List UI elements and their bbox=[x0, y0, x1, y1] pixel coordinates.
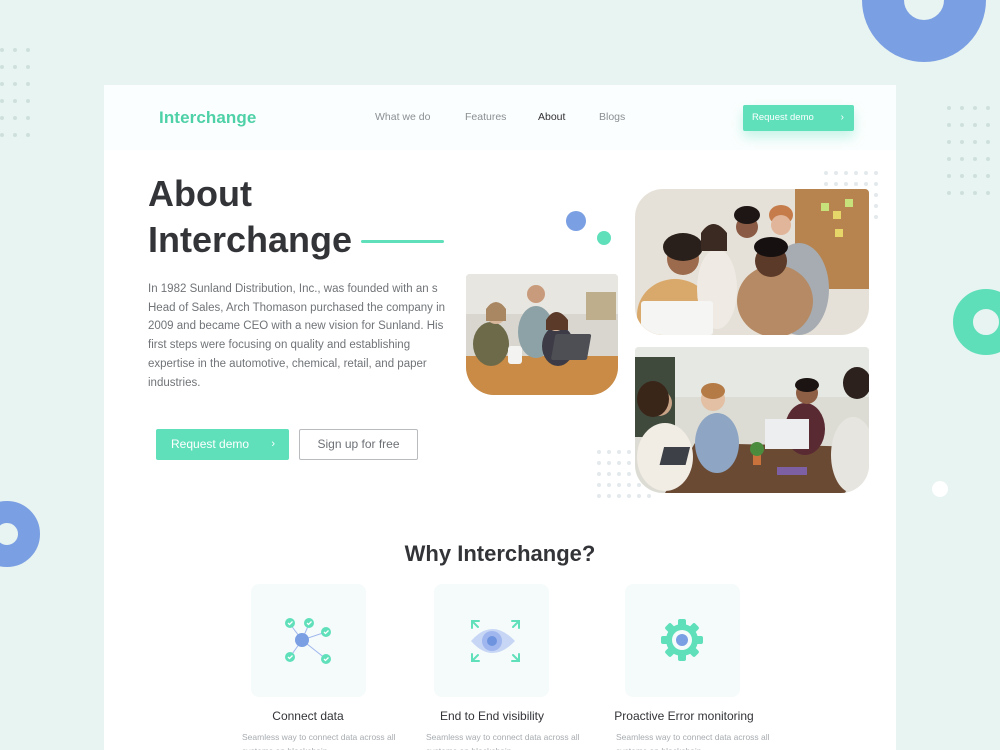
about-paragraph: In 1982 Sunland Distribution, Inc., was … bbox=[148, 283, 446, 389]
decorative-circle-green bbox=[597, 231, 611, 245]
feature-description: Seamless way to connect data across all … bbox=[242, 732, 396, 750]
page-card: Interchange What we do Features About Bl… bbox=[104, 85, 896, 750]
feature-description: Seamless way to connect data across all … bbox=[616, 732, 770, 750]
team-photo-meeting bbox=[635, 347, 869, 493]
decorative-dot-grid-left bbox=[0, 48, 30, 137]
sign-up-button[interactable]: Sign up for free bbox=[299, 429, 418, 460]
gear-icon bbox=[661, 619, 703, 661]
eye-expand-icon bbox=[471, 620, 520, 662]
decorative-ring-left bbox=[0, 501, 40, 567]
feature-description: Seamless way to connect data across all … bbox=[426, 732, 580, 750]
decorative-ring-top bbox=[862, 0, 986, 62]
feature-card-visibility bbox=[434, 584, 549, 697]
network-icon bbox=[285, 618, 331, 664]
title-line-1: About bbox=[148, 173, 252, 214]
nav-item-about[interactable]: About bbox=[538, 111, 565, 123]
feature-title: Proactive Error monitoring bbox=[614, 709, 754, 723]
feature-card-error-monitoring bbox=[625, 584, 740, 697]
request-demo-button[interactable]: Request demo › bbox=[156, 429, 289, 460]
top-navbar: Interchange What we do Features About Bl… bbox=[104, 85, 896, 150]
decorative-circle-blue bbox=[566, 211, 586, 231]
decorative-ring-right bbox=[953, 289, 1000, 355]
request-demo-button-nav[interactable]: Request demo › bbox=[743, 105, 854, 131]
team-photo-small bbox=[466, 274, 618, 395]
title-line-2: Interchange bbox=[148, 219, 353, 260]
nav-item-features[interactable]: Features bbox=[465, 111, 506, 123]
title-underline bbox=[361, 240, 444, 243]
request-demo-label: Request demo bbox=[752, 112, 814, 123]
brand-logo[interactable]: Interchange bbox=[159, 108, 256, 128]
page-title: About Interchange bbox=[148, 171, 352, 263]
feature-card-connect-data bbox=[251, 584, 366, 697]
decorative-dot-grid-right bbox=[947, 106, 990, 195]
feature-title: Connect data bbox=[272, 709, 344, 723]
decorative-dot bbox=[932, 481, 948, 497]
chevron-right-icon: › bbox=[271, 438, 275, 450]
chevron-right-icon: › bbox=[840, 112, 844, 123]
section-title: Why Interchange? bbox=[404, 541, 596, 566]
nav-item-what-we-do[interactable]: What we do bbox=[375, 111, 430, 123]
request-demo-label: Request demo bbox=[171, 437, 250, 451]
team-photo-large bbox=[635, 189, 869, 335]
nav-item-blogs[interactable]: Blogs bbox=[599, 111, 625, 123]
feature-title: End to End visibility bbox=[439, 709, 545, 723]
